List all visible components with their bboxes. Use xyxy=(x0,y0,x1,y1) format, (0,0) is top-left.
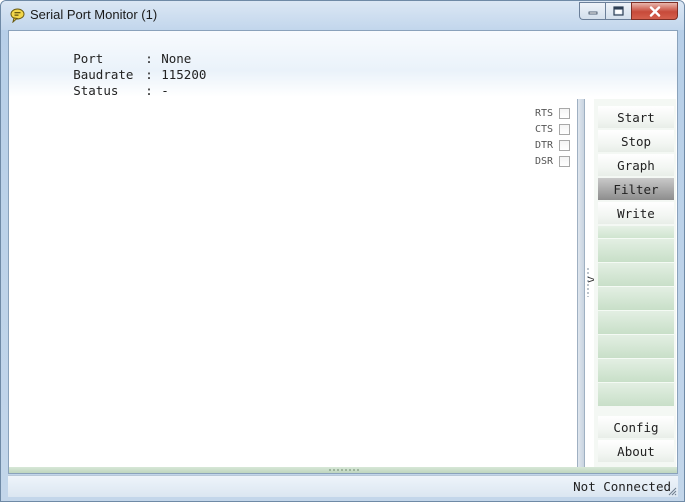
rts-line: RTS xyxy=(535,108,570,119)
connection-status: Not Connected xyxy=(573,479,671,494)
empty-slot xyxy=(598,382,674,406)
empty-slot xyxy=(598,238,674,262)
config-button[interactable]: Config xyxy=(598,416,674,438)
dsr-indicator xyxy=(559,156,570,167)
write-button[interactable]: Write xyxy=(598,202,674,224)
rts-indicator xyxy=(559,108,570,119)
cts-label: CTS xyxy=(535,124,554,135)
close-icon xyxy=(649,5,660,17)
window-title: Serial Port Monitor (1) xyxy=(30,7,158,22)
status-value: - xyxy=(161,83,169,98)
dsr-label: DSR xyxy=(535,156,554,167)
panel-spacer xyxy=(598,226,674,238)
minimize-icon xyxy=(588,11,597,15)
vertical-splitter[interactable] xyxy=(577,99,585,467)
empty-slot xyxy=(598,310,674,334)
dtr-label: DTR xyxy=(535,140,554,151)
start-button[interactable]: Start xyxy=(598,106,674,128)
close-button[interactable] xyxy=(631,2,678,20)
graph-button[interactable]: Graph xyxy=(598,154,674,176)
empty-slot xyxy=(598,358,674,382)
maximize-icon xyxy=(613,6,624,16)
output-text-area[interactable] xyxy=(9,97,577,467)
app-window: Serial Port Monitor (1) Port: None Baud… xyxy=(0,0,685,502)
cts-line: CTS xyxy=(535,124,570,135)
status-label: Status xyxy=(73,83,119,98)
speech-bubble-icon xyxy=(10,8,25,24)
dsr-line: DSR xyxy=(535,156,570,167)
command-button-panel: Start Stop Graph Filter Write Config Abo… xyxy=(594,99,676,467)
dtr-line: DTR xyxy=(535,140,570,151)
empty-slot xyxy=(598,262,674,286)
empty-slot xyxy=(598,334,674,358)
rts-label: RTS xyxy=(535,108,554,119)
status-separator: : xyxy=(145,83,153,98)
status-bar: Not Connected xyxy=(8,475,678,497)
client-area: Port: None Baudrate:115200 Status: - RTS C… xyxy=(8,30,678,474)
about-button[interactable]: About xyxy=(598,440,674,462)
port-info-panel: Port: None Baudrate:115200 Status: - xyxy=(9,31,677,98)
stop-button[interactable]: Stop xyxy=(598,130,674,152)
cts-indicator xyxy=(559,124,570,135)
dtr-indicator xyxy=(559,140,570,151)
minimize-button[interactable] xyxy=(579,2,605,20)
resize-grip-icon[interactable] xyxy=(668,487,677,496)
horizontal-grip-icon xyxy=(328,469,360,471)
filter-button[interactable]: Filter xyxy=(598,178,674,200)
maximize-button[interactable] xyxy=(605,2,631,20)
title-bar[interactable]: Serial Port Monitor (1) xyxy=(1,1,684,30)
empty-slot xyxy=(598,286,674,310)
